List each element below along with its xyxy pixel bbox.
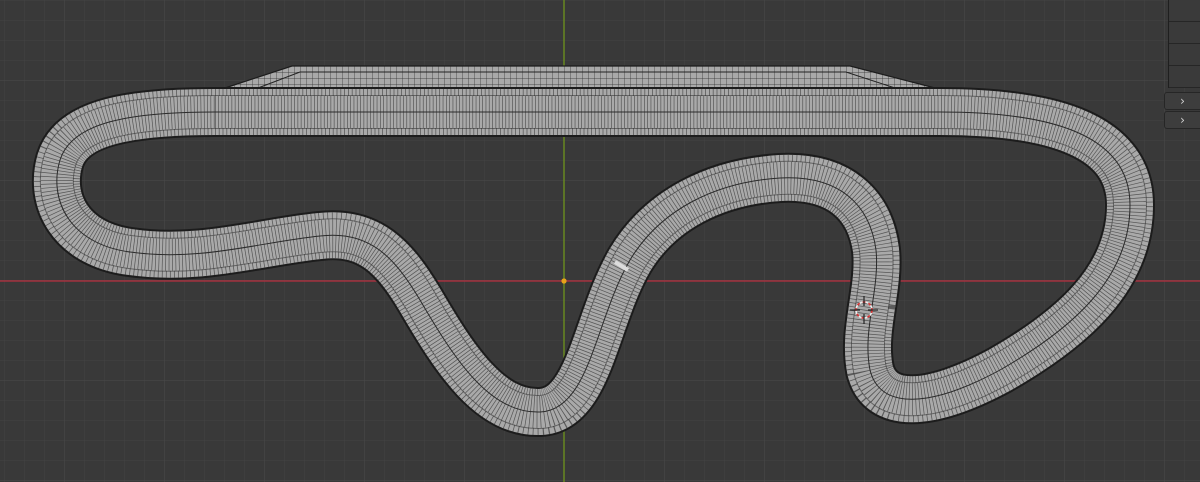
- chevron-right-icon: ›: [1180, 94, 1185, 108]
- track-mesh-back-straight[interactable]: [224, 65, 936, 89]
- panel-slot[interactable]: [1169, 22, 1200, 44]
- panel-slot[interactable]: [1169, 66, 1200, 88]
- panel-slot[interactable]: [1169, 44, 1200, 66]
- origin-point-icon: [561, 278, 567, 284]
- chevron-right-icon: ›: [1180, 113, 1185, 127]
- 3d-viewport[interactable]: [0, 0, 1200, 482]
- viewport-tool-panel[interactable]: [1168, 0, 1200, 88]
- sidebar-expand-button[interactable]: ›: [1164, 92, 1200, 110]
- panel-slot[interactable]: [1169, 0, 1200, 22]
- toolbar-expand-button[interactable]: ›: [1164, 111, 1200, 129]
- viewport-canvas[interactable]: [0, 0, 1200, 482]
